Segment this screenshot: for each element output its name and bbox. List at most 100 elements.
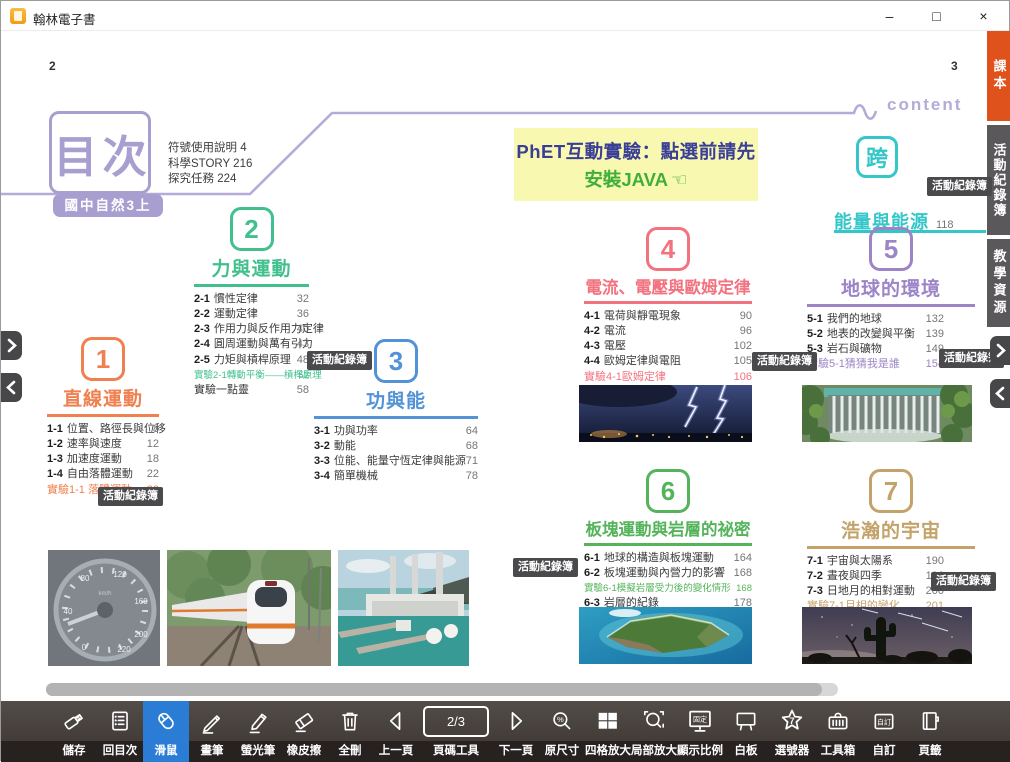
toc-entry-title: 地表的改變與平衡 (827, 327, 915, 342)
svg-text:120: 120 (113, 570, 127, 579)
chapter-title[interactable]: 地球的環境 (807, 274, 975, 301)
toc-entry[interactable]: 1-2速率與速度12 (47, 437, 159, 452)
chapter-title[interactable]: 功與能 (314, 386, 478, 413)
close-button[interactable]: × (960, 1, 1007, 31)
island-photo (579, 607, 752, 664)
toc-entry-code: 4-3 (584, 339, 600, 354)
toc-entry[interactable]: 2-1慣性定律32 (194, 292, 309, 307)
chapter-title[interactable]: 力與運動 (194, 254, 309, 281)
activity-book-badge[interactable]: 活動紀錄簿 (927, 177, 992, 196)
toolbar-pen-button[interactable]: 畫筆 (189, 701, 235, 762)
page-indicator[interactable]: 2/3 (423, 706, 489, 737)
toc-entry[interactable]: 7-1宇宙與太陽系190 (807, 554, 944, 569)
tab-textbook[interactable]: 課本 (987, 31, 1010, 121)
toolbar-whiteboard-button[interactable]: 白板 (723, 701, 769, 762)
toc-entry[interactable]: 3-2動能68 (314, 439, 478, 454)
activity-book-badge[interactable]: 活動紀錄簿 (307, 351, 372, 370)
phet-notice-banner[interactable]: PhET互動實驗：點選前請先 安裝JAVA☜ (514, 128, 758, 201)
toolbar-save-button[interactable]: 儲存 (51, 701, 97, 762)
toc-entry[interactable]: 3-3位能、能量守恆定律與能源71 (314, 454, 478, 469)
toc-entry[interactable]: 7-2晝夜與四季196 (807, 569, 944, 584)
chapter-2-section: 2 力與運動 2-1慣性定律322-2運動定律362-3作用力與反作用力定律40… (194, 207, 309, 399)
toolbar-four-pane-zoom-button[interactable]: 四格放大 (585, 701, 631, 762)
activity-book-badge[interactable]: 活動紀錄簿 (513, 558, 578, 577)
toc-entry[interactable]: 4-2電流96 (584, 324, 752, 339)
toc-entry[interactable]: 實驗2-1轉動平衡——槓桿原理52 (194, 368, 309, 383)
toc-entry[interactable]: 實驗5-1猜猜我是誰154 (807, 357, 944, 372)
star-number: 7 (789, 716, 794, 726)
toc-entry[interactable]: 4-3電壓102 (584, 339, 752, 354)
toc-entry[interactable]: 1-4自由落體運動22 (47, 467, 159, 482)
toc-entry[interactable]: 實驗4-1歐姆定律106 (584, 370, 752, 385)
front-matter-item[interactable]: 科學STORY 216 (168, 157, 252, 173)
toc-entry-code: 4-2 (584, 324, 600, 339)
chapter-entries: 5-1我們的地球1325-2地表的改變與平衡1395-3岩石與礦物149實驗5-… (807, 312, 944, 373)
toc-entry[interactable]: 5-3岩石與礦物149 (807, 342, 944, 357)
page-flip-button[interactable] (990, 336, 1010, 365)
toolbar-number-picker-button[interactable]: 7 選號器 (769, 701, 815, 762)
toolbar-eraser-button[interactable]: 橡皮擦 (281, 701, 327, 762)
toolbar-toolbox-button[interactable]: 工具箱 (815, 701, 861, 762)
toc-entry[interactable]: 3-4簡單機械78 (314, 469, 478, 484)
toc-entry[interactable]: 4-4歐姆定律與電阻105 (584, 354, 752, 369)
toc-entry[interactable]: 5-1我們的地球132 (807, 312, 944, 327)
page-flip-button[interactable] (1, 331, 22, 360)
horizontal-scrollbar[interactable] (46, 683, 838, 696)
toc-entry[interactable]: 6-2板塊運動與內營力的影響168 (584, 566, 752, 581)
toc-entry-title: 我們的地球 (827, 312, 882, 327)
toc-entry-code: 2-5 (194, 353, 210, 368)
toc-entry-title: 位置、路徑長與位移 (67, 422, 166, 437)
toc-entry[interactable]: 3-1功與功率64 (314, 424, 478, 439)
toc-entry[interactable]: 實驗一點靈58 (194, 383, 309, 398)
activity-book-badge[interactable]: 活動紀錄簿 (98, 487, 163, 506)
chapter-underline (194, 284, 309, 287)
toolbar-highlighter-button[interactable]: 螢光筆 (235, 701, 281, 762)
toc-entry-title: 宇宙與太陽系 (827, 554, 893, 569)
waterfall-photo (802, 385, 972, 442)
toolbar-next-page-button[interactable]: 下一頁 (493, 701, 539, 762)
toc-entry-code: 1-3 (47, 452, 63, 467)
toc-entry[interactable]: 5-2地表的改變與平衡139 (807, 327, 944, 342)
maximize-button[interactable]: □ (913, 1, 960, 31)
toolbar-original-size-button[interactable]: % 原尺寸 (539, 701, 585, 762)
custom-label: 自訂 (877, 717, 891, 726)
chapter-title[interactable]: 電流、電壓與歐姆定律 (584, 274, 752, 298)
toolbar-custom-button[interactable]: 自訂 自訂 (861, 701, 907, 762)
toc-entry[interactable]: 6-1地球的構造與板塊運動164 (584, 551, 752, 566)
toc-entry[interactable]: 1-3加速度運動18 (47, 452, 159, 467)
marker-pen-icon (245, 701, 271, 741)
toolbar-delete-all-button[interactable]: 全刪 (327, 701, 373, 762)
magnifier-select-icon (641, 701, 667, 741)
scrollbar-thumb[interactable] (46, 683, 822, 696)
minimize-button[interactable]: – (866, 1, 913, 31)
toc-entry[interactable]: 1-1位置、路徑長與位移8 (47, 422, 159, 437)
phet-notice-line1: PhET互動實驗：點選前請先 (514, 138, 758, 164)
left-triangle-icon (382, 701, 410, 741)
chapter-title[interactable]: 板塊運動與岩層的祕密 (584, 516, 752, 540)
toc-entry[interactable]: 實驗6-1模擬岩層受力後的變化情形168 (584, 581, 752, 596)
front-matter-item[interactable]: 探究任務 224 (168, 172, 252, 188)
toc-entry[interactable]: 2-4圓周運動與萬有引力43 (194, 337, 309, 352)
chapter-title[interactable]: 浩瀚的宇宙 (807, 516, 975, 543)
toc-entry[interactable]: 2-2運動定律36 (194, 307, 309, 322)
toolbar-mouse-button[interactable]: 滑鼠 (143, 701, 189, 762)
pencil-icon (199, 701, 225, 741)
toc-entry-title: 歐姆定律與電阻 (604, 354, 681, 369)
toolbar-back-to-toc-button[interactable]: 回目次 (97, 701, 143, 762)
toolbar-prev-page-button[interactable]: 上一頁 (373, 701, 419, 762)
activity-book-badge[interactable]: 活動紀錄簿 (752, 352, 817, 371)
front-matter-item[interactable]: 符號使用說明 4 (168, 141, 252, 157)
toc-entry[interactable]: 2-3作用力與反作用力定律40 (194, 322, 309, 337)
tab-teaching-resources[interactable]: 教學資源 (987, 239, 1010, 327)
toc-entry[interactable]: 4-1電荷與靜電現象90 (584, 309, 752, 324)
toolbar-page-tabs-button[interactable]: 頁籤 (907, 701, 953, 762)
toc-entry-code: 5-2 (807, 327, 823, 342)
activity-book-badge[interactable]: 活動紀錄簿 (931, 572, 996, 591)
toolbar-page-number-tool[interactable]: 2/3 頁碼工具 (419, 701, 493, 762)
page-flip-button[interactable] (1, 373, 22, 402)
toc-entry[interactable]: 7-3日地月的相對運動200 (807, 584, 944, 599)
toolbar-partial-zoom-button[interactable]: 局部放大 (631, 701, 677, 762)
chapter-title[interactable]: 直線運動 (47, 384, 159, 411)
toc-entry[interactable]: 2-5力矩與槓桿原理48 (194, 353, 309, 368)
toolbar-display-ratio-button[interactable]: 固定 顯示比例 (677, 701, 723, 762)
